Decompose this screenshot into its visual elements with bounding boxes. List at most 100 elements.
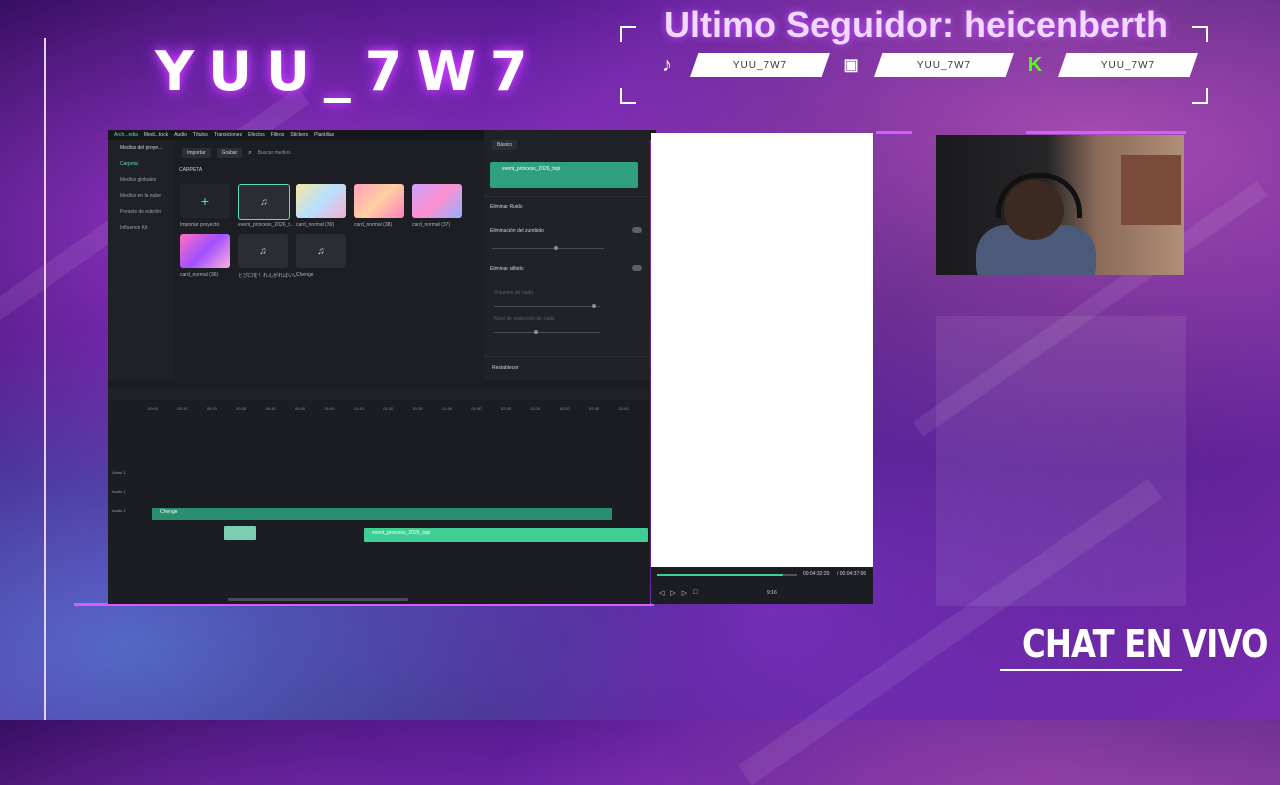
channel-name: YUU_7W7 — [155, 40, 542, 103]
track-label: Audio 1 — [112, 489, 126, 494]
menu-item[interactable]: Efectos — [248, 132, 265, 138]
media-thumb[interactable]: ♫ — [238, 234, 288, 268]
ruler-tick: 01:10 — [353, 406, 364, 411]
playback-progress[interactable] — [657, 574, 783, 576]
media-label: Importar proyecto — [180, 222, 220, 228]
tab-basic[interactable]: Básico — [492, 140, 518, 150]
search-input[interactable]: Buscar medios — [258, 150, 291, 156]
track-label: Audio 2 — [112, 508, 126, 513]
sidebar-item-influence-kit[interactable]: Influence Kit — [108, 220, 174, 236]
media-thumb[interactable] — [412, 184, 462, 218]
chat-box — [936, 316, 1186, 606]
frame-corner — [1192, 26, 1208, 42]
menu-item[interactable]: Medi...tock — [144, 132, 168, 138]
next-frame-icon[interactable]: ▷ — [682, 589, 687, 597]
media-thumb[interactable] — [180, 234, 230, 268]
media-thumb-chenge[interactable]: ♫ — [296, 234, 346, 268]
menu-item[interactable]: Plantillas — [314, 132, 334, 138]
media-thumb-event[interactable]: ♫ — [238, 184, 290, 220]
media-thumb[interactable] — [354, 184, 404, 218]
total-time: / 00:04:37:06 — [837, 571, 867, 577]
timeline-clip-chenge[interactable]: Chenge — [152, 508, 612, 520]
menu-item[interactable]: Arch...edia — [114, 132, 138, 138]
media-label: Chenge — [296, 272, 314, 278]
timeline-ruler: 00:00 00:10 00:20 00:30 00:40 00:50 01:00 01:10… — [148, 406, 648, 416]
frame-corner — [620, 26, 636, 42]
folder-label: CARPETA — [179, 167, 203, 173]
chat-underline — [1000, 669, 1182, 671]
menu-item[interactable]: Stickers — [290, 132, 308, 138]
play-icon[interactable]: ▷ — [670, 589, 675, 597]
ruler-tick: 00:40 — [265, 406, 276, 411]
hum-removal-label: Eliminación del zumbido — [490, 228, 544, 234]
ruler-tick: 00:10 — [177, 406, 188, 411]
background-shelf — [1121, 155, 1181, 225]
current-time: 00:04:32:20 — [803, 571, 830, 577]
ruler-tick: 02:40 — [618, 406, 629, 411]
media-thumb[interactable] — [296, 184, 346, 218]
menu-item[interactable]: Títulos — [193, 132, 208, 138]
kick-icon: K — [1027, 53, 1043, 76]
prev-frame-icon[interactable]: ◁ — [659, 589, 664, 597]
ruler-tick: 01:40 — [442, 406, 453, 411]
ruler-tick: 00:00 — [148, 406, 159, 411]
social-kick: K YUU_7W7 — [1020, 52, 1198, 78]
media-toolbar: Importar Grabar ⌕ Buscar medios — [182, 148, 291, 158]
frame-line — [44, 38, 46, 720]
slider-knob[interactable] — [592, 304, 596, 308]
slider-knob[interactable] — [554, 246, 558, 250]
media-label: とび口を！れんがればいい — [238, 273, 299, 279]
last-follower-text: Ultimo Seguidor: heicenberth — [664, 4, 1169, 45]
hum-toggle[interactable] — [632, 227, 642, 233]
ruler-tick: 02:30 — [589, 406, 600, 411]
reset-button[interactable]: Restablecer — [492, 365, 519, 371]
hiss-toggle[interactable] — [632, 265, 642, 271]
webcam-feed — [936, 135, 1184, 275]
sidebar-item-folder[interactable]: Carpeta — [108, 156, 174, 172]
reduction-level-label: Nivel de reducción de ruido — [494, 316, 555, 322]
properties-panel: Básico event_princess_2026_topi Eliminar… — [484, 130, 650, 380]
menu-item[interactable]: Transiciones — [214, 132, 242, 138]
ruler-tick: 01:20 — [383, 406, 394, 411]
accent-bar — [1026, 131, 1186, 134]
noise-volume-slider[interactable] — [494, 306, 600, 307]
ruler-tick: 02:10 — [530, 406, 541, 411]
timeline-scrollbar[interactable] — [228, 598, 408, 601]
clip-name: event_princess_2026_topi — [502, 166, 561, 172]
media-library: Importar Grabar ⌕ Buscar medios CARPETA … — [174, 140, 484, 380]
playback-remaining — [783, 574, 797, 576]
sidebar-item-cloud-media[interactable]: Medios en la nube — [108, 188, 174, 204]
slider-knob[interactable] — [534, 330, 538, 334]
timeline-clip[interactable] — [224, 526, 256, 540]
media-label: event_princess_2026_t... — [238, 222, 294, 228]
social-handle: YUU_7W7 — [1058, 53, 1198, 77]
ruler-tick: 02:00 — [500, 406, 511, 411]
reduction-slider[interactable] — [494, 332, 600, 333]
frame-corner — [1192, 88, 1208, 104]
sidebar-item-global-media[interactable]: Medios globales — [108, 172, 174, 188]
menu-item[interactable]: Audio — [174, 132, 187, 138]
hum-slider[interactable] — [492, 248, 604, 249]
stop-icon[interactable]: □ — [693, 589, 697, 597]
ruler-tick: 01:50 — [471, 406, 482, 411]
media-label: card_normal (38) — [354, 222, 393, 228]
import-button[interactable]: Importar — [182, 148, 211, 158]
media-label: card_normal (37) — [412, 222, 451, 228]
noise-section-title: Eliminar Ruido — [490, 204, 523, 210]
search-icon: ⌕ — [248, 149, 252, 156]
divider — [484, 356, 650, 357]
menu-item[interactable]: Filtros — [271, 132, 285, 138]
divider — [484, 196, 650, 197]
record-button[interactable]: Grabar — [216, 148, 243, 158]
ruler-tick: 01:00 — [324, 406, 335, 411]
social-handle: YUU_7W7 — [690, 53, 830, 77]
aspect-ratio[interactable]: 9:16 — [767, 590, 777, 596]
sidebar-item-presets[interactable]: Presets de edición — [108, 204, 174, 220]
ruler-tick: 01:30 — [412, 406, 423, 411]
social-handle: YUU_7W7 — [874, 53, 1014, 77]
timeline-clip-event[interactable]: event_princess_2026_topi — [364, 528, 648, 542]
import-project-tile[interactable]: + — [180, 184, 230, 218]
playback-buttons: ◁ ▷ ▷ □ — [659, 589, 697, 597]
sidebar-item-project-media[interactable]: Medios del proye... — [108, 140, 174, 156]
track-label: Video 1 — [112, 470, 126, 475]
